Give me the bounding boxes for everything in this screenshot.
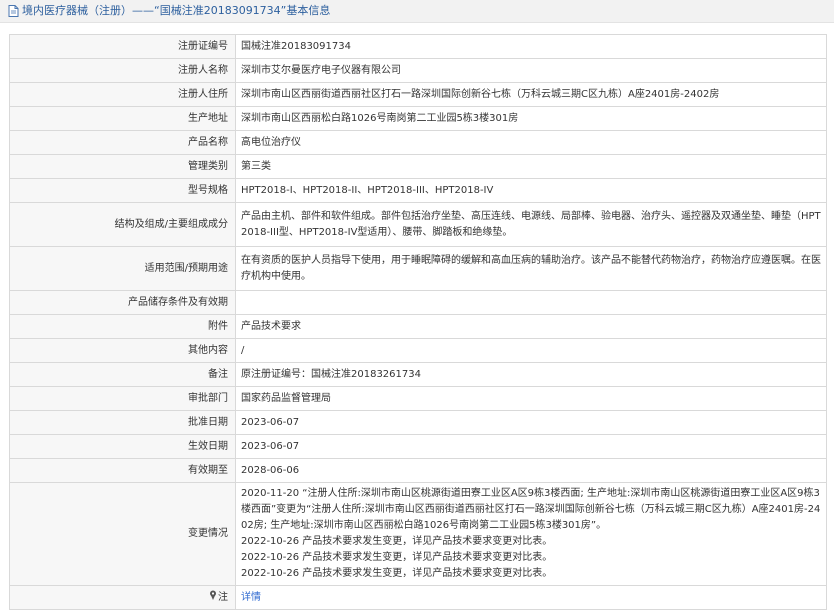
field-value: 2028-06-06 <box>235 458 827 483</box>
change-entry: 2022-10-26 产品技术要求发生变更，详见产品技术要求变更对比表。 <box>241 552 553 563</box>
field-value: / <box>235 338 827 363</box>
change-entry: 2022-10-26 产品技术要求发生变更，详见产品技术要求变更对比表。 <box>241 536 553 547</box>
field-value: 深圳市南山区西丽松白路1026号南岗第二工业园5栋3楼301房 <box>235 106 827 131</box>
table-row: 注 详情 <box>9 585 827 610</box>
table-row: 注册人名称 深圳市艾尔曼医疗电子仪器有限公司 <box>9 58 827 83</box>
table-row: 其他内容 / <box>9 338 827 363</box>
table-row: 变更情况 2020-11-20 “注册人住所:深圳市南山区桃源街道田寮工业区A区9… <box>9 482 827 586</box>
table-row: 产品储存条件及有效期 <box>9 290 827 315</box>
field-label: 生产地址 <box>9 106 236 131</box>
field-label: 结构及组成/主要组成成分 <box>9 202 236 247</box>
field-value: 在有资质的医护人员指导下使用，用于睡眠障碍的缓解和高血压病的辅助治疗。该产品不能… <box>235 246 827 291</box>
field-value: 第三类 <box>235 154 827 179</box>
field-value: 深圳市南山区西丽街道西丽社区打石一路深圳国际创新谷七栋（万科云城三期C区九栋）A… <box>235 82 827 107</box>
table-row: 适用范围/预期用途 在有资质的医护人员指导下使用，用于睡眠障碍的缓解和高血压病的辅… <box>9 246 827 291</box>
field-label: 适用范围/预期用途 <box>9 246 236 291</box>
field-label: 审批部门 <box>9 386 236 411</box>
detail-link[interactable]: 详情 <box>241 592 261 603</box>
field-label: 其他内容 <box>9 338 236 363</box>
field-value: 原注册证编号：国械注准20183261734 <box>235 362 827 387</box>
info-table: 注册证编号 国械注准20183091734 注册人名称 深圳市艾尔曼医疗电子仪器有限公… <box>9 34 827 610</box>
field-label: 批准日期 <box>9 410 236 435</box>
field-value: 详情 <box>235 585 827 610</box>
field-label: 注册证编号 <box>9 34 236 59</box>
table-row: 注册证编号 国械注准20183091734 <box>9 34 827 59</box>
table-row: 产品名称 高电位治疗仪 <box>9 130 827 155</box>
field-label: 备注 <box>9 362 236 387</box>
change-entry: 2022-10-26 产品技术要求发生变更，详见产品技术要求变更对比表。 <box>241 568 553 579</box>
table-row: 管理类别 第三类 <box>9 154 827 179</box>
pin-icon <box>209 590 217 606</box>
table-row: 结构及组成/主要组成成分 产品由主机、部件和软件组成。部件包括治疗坐垫、高压连线、… <box>9 202 827 247</box>
table-row: 注册人住所 深圳市南山区西丽街道西丽社区打石一路深圳国际创新谷七栋（万科云城三期C… <box>9 82 827 107</box>
table-row: 备注 原注册证编号：国械注准20183261734 <box>9 362 827 387</box>
table-row: 型号规格 HPT2018-I、HPT2018-II、HPT2018-III、HPT… <box>9 178 827 203</box>
table-row: 附件 产品技术要求 <box>9 314 827 339</box>
page-title: 境内医疗器械（注册）——“国械注准20183091734”基本信息 <box>22 4 331 17</box>
field-value <box>235 290 827 315</box>
field-label: 有效期至 <box>9 458 236 483</box>
change-history: 2020-11-20 “注册人住所:深圳市南山区桃源街道田寮工业区A区9栋3楼西… <box>235 482 827 586</box>
field-value: 国家药品监督管理局 <box>235 386 827 411</box>
field-label: 注册人名称 <box>9 58 236 83</box>
document-icon <box>8 5 19 17</box>
field-value: 2023-06-07 <box>235 410 827 435</box>
field-label: 管理类别 <box>9 154 236 179</box>
field-value: 国械注准20183091734 <box>235 34 827 59</box>
field-value: HPT2018-I、HPT2018-II、HPT2018-III、HPT2018… <box>235 178 827 203</box>
field-label: 型号规格 <box>9 178 236 203</box>
note-label-cell: 注 <box>9 585 236 610</box>
table-row: 批准日期 2023-06-07 <box>9 410 827 435</box>
field-label: 生效日期 <box>9 434 236 459</box>
field-label: 注 <box>218 591 228 603</box>
table-row: 有效期至 2028-06-06 <box>9 458 827 483</box>
field-label: 变更情况 <box>9 482 236 586</box>
field-value: 深圳市艾尔曼医疗电子仪器有限公司 <box>235 58 827 83</box>
field-label: 产品名称 <box>9 130 236 155</box>
field-value: 高电位治疗仪 <box>235 130 827 155</box>
page-header: 境内医疗器械（注册）——“国械注准20183091734”基本信息 <box>0 0 834 23</box>
change-entry: 2020-11-20 “注册人住所:深圳市南山区桃源街道田寮工业区A区9栋3楼西… <box>241 488 821 531</box>
field-value: 2023-06-07 <box>235 434 827 459</box>
field-label: 产品储存条件及有效期 <box>9 290 236 315</box>
table-row: 生效日期 2023-06-07 <box>9 434 827 459</box>
field-label: 注册人住所 <box>9 82 236 107</box>
table-row: 生产地址 深圳市南山区西丽松白路1026号南岗第二工业园5栋3楼301房 <box>9 106 827 131</box>
field-label: 附件 <box>9 314 236 339</box>
field-value: 产品由主机、部件和软件组成。部件包括治疗坐垫、高压连线、电源线、局部棒、验电器、… <box>235 202 827 247</box>
table-row: 审批部门 国家药品监督管理局 <box>9 386 827 411</box>
field-value: 产品技术要求 <box>235 314 827 339</box>
